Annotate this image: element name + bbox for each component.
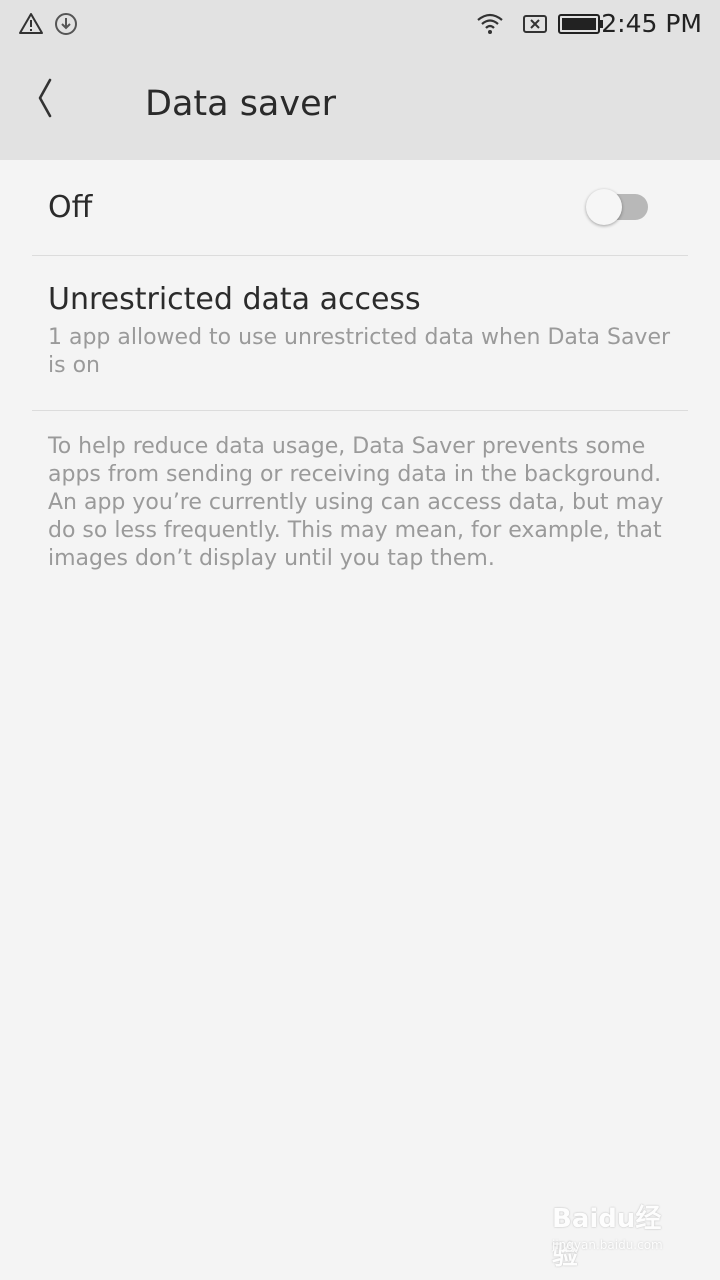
settings-content: Off Unrestricted data access 1 app allow… xyxy=(0,160,720,573)
data-saver-description: To help reduce data usage, Data Saver pr… xyxy=(48,434,664,571)
chevron-left-icon xyxy=(22,68,82,128)
unrestricted-title: Unrestricted data access xyxy=(48,282,421,317)
status-bar: 2:45 PM xyxy=(0,0,720,48)
app-bar: Data saver xyxy=(0,48,720,160)
baidu-watermark-logo: Baidu经验 jingyan.baidu.com xyxy=(552,1198,682,1271)
watermark-url: jingyan.baidu.com xyxy=(552,1238,663,1252)
data-saver-toggle-row[interactable]: Off xyxy=(32,160,688,256)
unrestricted-summary: 1 app allowed to use unrestricted data w… xyxy=(48,325,671,378)
unrestricted-data-access-item[interactable]: Unrestricted data access 1 app allowed t… xyxy=(32,256,688,411)
battery-icon xyxy=(558,12,604,36)
no-sim-icon xyxy=(522,12,548,36)
download-icon xyxy=(54,12,78,36)
warning-icon xyxy=(18,12,44,36)
wifi-icon xyxy=(476,12,504,36)
status-time: 2:45 PM xyxy=(601,9,702,38)
watermark-brand: Baidu经验 xyxy=(552,1204,662,1271)
toggle-label: Off xyxy=(48,190,93,225)
back-button[interactable] xyxy=(22,68,82,128)
data-saver-switch[interactable] xyxy=(586,189,650,225)
page-title: Data saver xyxy=(145,84,337,124)
switch-thumb xyxy=(586,189,622,225)
